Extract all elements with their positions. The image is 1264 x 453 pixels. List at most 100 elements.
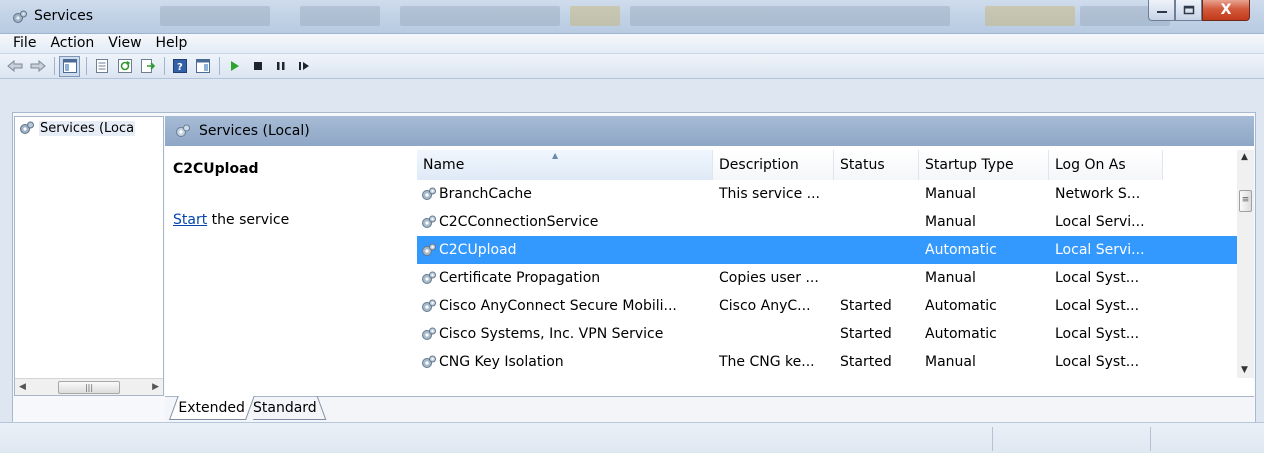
start-service-button[interactable]	[224, 56, 245, 77]
export-list-button[interactable]	[137, 56, 158, 77]
service-name: Certificate Propagation	[439, 270, 601, 286]
service-log-on-as: Local Servi...	[1055, 214, 1145, 230]
service-row[interactable]: CNG Key Isolation The CNG ke... Started Man…	[417, 348, 1237, 376]
services-gear-icon	[176, 124, 190, 137]
service-name-cell: Cisco Systems, Inc. VPN Service	[417, 326, 713, 342]
back-button[interactable]	[4, 56, 25, 77]
menu-action[interactable]: Action	[43, 34, 101, 53]
service-startup-type: Manual	[925, 354, 976, 370]
action-pane-icon	[195, 59, 210, 73]
service-row[interactable]: BranchCache This service ... Manual Network…	[417, 180, 1237, 208]
minimize-button[interactable]	[1148, 0, 1175, 21]
menu-help[interactable]: Help	[149, 34, 195, 53]
service-log-on-as: Local Syst...	[1055, 326, 1140, 342]
column-header-status[interactable]: Status	[834, 150, 919, 180]
service-gear-icon	[422, 243, 436, 256]
scroll-thumb[interactable]: ≡	[1239, 190, 1252, 212]
column-label: Description	[719, 157, 799, 173]
service-name-cell: CNG Key Isolation	[417, 354, 713, 370]
help-button[interactable]: ?	[169, 56, 190, 77]
service-name-cell: Certificate Propagation	[417, 270, 713, 286]
status-bar	[0, 422, 1264, 453]
column-header-startup-type[interactable]: Startup Type	[919, 150, 1049, 180]
service-gear-icon	[422, 355, 436, 368]
service-log-on-as: Local Syst...	[1055, 298, 1140, 314]
scroll-thumb[interactable]: |||	[58, 380, 120, 394]
sort-ascending-icon: ▲	[552, 151, 559, 160]
service-name: Cisco AnyConnect Secure Mobili...	[439, 298, 677, 314]
service-row[interactable]: Cisco Systems, Inc. VPN Service Started Au…	[417, 320, 1237, 348]
console-tree-icon	[62, 59, 77, 73]
services-pane-header: Services (Local)	[165, 116, 1254, 146]
service-rows: BranchCache This service ... Manual Network…	[417, 180, 1237, 376]
service-startup-type: Manual	[925, 270, 976, 286]
service-description: Cisco AnyC...	[719, 298, 811, 314]
column-header-name[interactable]: Name ▲	[417, 150, 713, 180]
start-service-line: Start the service	[173, 212, 289, 228]
service-status: Started	[840, 354, 892, 370]
service-gear-icon	[422, 187, 436, 200]
title-bar: Services X	[0, 0, 1264, 34]
service-log-on-as: Local Syst...	[1055, 354, 1140, 370]
pause-service-button[interactable]	[270, 56, 291, 77]
service-description: Copies user ...	[719, 270, 819, 286]
stop-icon	[253, 62, 262, 70]
menu-file[interactable]: File	[6, 34, 43, 53]
column-header-log-on-as[interactable]: Log On As	[1049, 150, 1163, 180]
column-label: Log On As	[1055, 157, 1126, 173]
tree-item-services-local[interactable]: Services (Loca	[19, 120, 136, 136]
refresh-button[interactable]	[114, 56, 135, 77]
service-name: CNG Key Isolation	[439, 354, 564, 370]
service-gear-icon	[422, 299, 436, 312]
tab-standard[interactable]: Standard	[244, 396, 327, 420]
service-row[interactable]: Cisco AnyConnect Secure Mobili... Cisco A…	[417, 292, 1237, 320]
service-startup-type: Manual	[925, 186, 976, 202]
list-vertical-scrollbar[interactable]: ▲ ≡ ▼	[1237, 150, 1254, 378]
service-name: BranchCache	[439, 186, 532, 202]
scroll-up-icon[interactable]: ▲	[1241, 152, 1248, 162]
services-list: Name ▲ Description Status Startup Type L…	[417, 150, 1254, 378]
maximize-button[interactable]	[1175, 0, 1202, 21]
window-title: Services	[34, 8, 94, 24]
menu-view[interactable]: View	[101, 34, 148, 53]
service-log-on-as: Local Syst...	[1055, 270, 1140, 286]
service-status: Started	[840, 326, 892, 342]
start-service-link[interactable]: Start	[173, 212, 207, 228]
properties-icon	[95, 59, 108, 73]
services-gear-icon	[13, 10, 27, 23]
back-arrow-icon	[6, 60, 22, 72]
column-header-description[interactable]: Description	[713, 150, 834, 180]
scroll-right-icon[interactable]: ▶	[152, 382, 159, 392]
service-name: Cisco Systems, Inc. VPN Service	[439, 326, 664, 342]
close-button[interactable]: X	[1202, 0, 1250, 21]
show-hide-console-tree-button[interactable]	[59, 55, 80, 77]
scroll-down-icon[interactable]: ▼	[1241, 365, 1248, 375]
service-name: C2CUpload	[439, 242, 517, 258]
services-pane: Services (Local) C2CUpload Start the ser…	[165, 116, 1254, 396]
service-row[interactable]: C2CUpload Automatic Local Servi...	[417, 236, 1237, 264]
toolbar: ?	[0, 53, 1264, 79]
service-startup-type: Automatic	[925, 242, 997, 258]
scroll-left-icon[interactable]: ◀	[19, 382, 26, 392]
view-tabs: Extended Standard	[165, 396, 1254, 422]
service-row[interactable]: Certificate Propagation Copies user ... Ma…	[417, 264, 1237, 292]
column-label: Startup Type	[925, 157, 1014, 173]
service-gear-icon	[422, 271, 436, 284]
service-gear-icon	[422, 215, 436, 228]
svg-text:?: ?	[177, 62, 183, 73]
pane-title: Services (Local)	[199, 123, 310, 139]
properties-button[interactable]	[91, 56, 112, 77]
service-startup-type: Manual	[925, 214, 976, 230]
service-gear-icon	[422, 327, 436, 340]
tab-extended[interactable]: Extended	[169, 396, 255, 420]
service-row[interactable]: C2CConnectionService Manual Local Servi...	[417, 208, 1237, 236]
stop-service-button[interactable]	[247, 56, 268, 77]
forward-button[interactable]	[27, 56, 48, 77]
tree-horizontal-scrollbar[interactable]: ◀ ||| ▶	[15, 378, 163, 395]
tab-label: Standard	[252, 399, 317, 416]
restart-service-button[interactable]	[293, 56, 314, 77]
service-status: Started	[840, 298, 892, 314]
column-label: Status	[840, 157, 885, 173]
show-hide-action-pane-button[interactable]	[192, 56, 213, 77]
service-description: The CNG ke...	[719, 354, 815, 370]
